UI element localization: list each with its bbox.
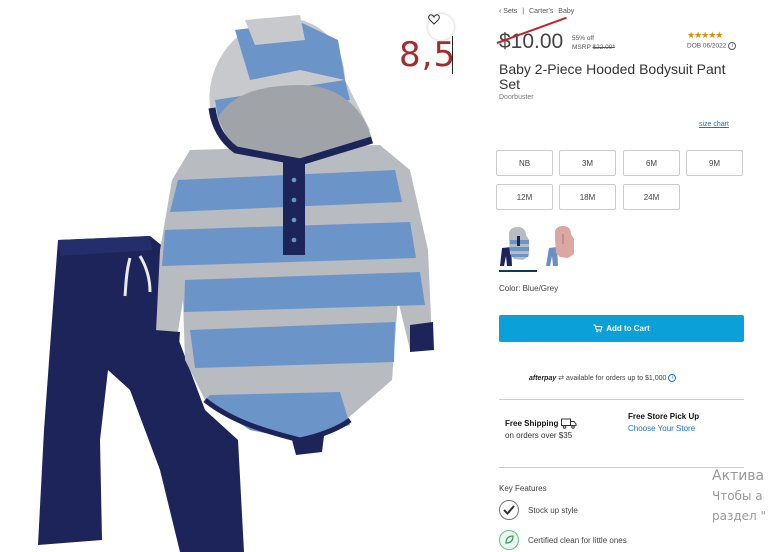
- store-pickup-info: Free Store Pick Up Choose Your Store: [628, 411, 699, 435]
- swatch-pink-blue-thumbnail: [546, 226, 574, 266]
- afterpay-logo: afterpay: [529, 375, 557, 382]
- hood-illustration: [208, 15, 374, 166]
- discount-info: 55% off MSRP $22.00*: [572, 34, 615, 52]
- swatch-pink-blue[interactable]: [543, 226, 581, 272]
- add-to-cart-button[interactable]: Add to Cart: [499, 315, 744, 342]
- store-pickup-title: Free Store Pick Up: [628, 412, 700, 421]
- current-price: $10.00: [499, 30, 564, 53]
- windows-activation-watermark: Актива Чтобы а раздел ": [712, 466, 766, 526]
- feature-item: Certified clean for little ones: [499, 530, 627, 550]
- leaf-shield-icon: [499, 530, 519, 550]
- breadcrumb-baby[interactable]: Baby: [558, 8, 574, 15]
- size-option[interactable]: 12M: [496, 184, 553, 210]
- discount-percent: 55% off: [572, 35, 594, 42]
- breadcrumb-carters[interactable]: Carter's: [529, 8, 553, 15]
- product-photo: [38, 15, 434, 552]
- watermark-line-1: Актива: [712, 468, 765, 484]
- feature-item: Stock up style: [499, 500, 578, 520]
- afterpay-arrows-icon: ⇄: [558, 375, 565, 382]
- check-circle-icon: [499, 500, 519, 520]
- free-shipping-title: Free Shipping: [505, 419, 559, 428]
- size-option[interactable]: 18M: [559, 184, 616, 210]
- msrp-value: $22.00*: [592, 44, 615, 51]
- size-option[interactable]: 3M: [559, 150, 616, 176]
- key-features-title: Key Features: [499, 484, 547, 493]
- msrp: MSRP $22.00*: [572, 43, 615, 52]
- color-swatches: [499, 226, 589, 274]
- choose-store-link[interactable]: Choose Your Store: [628, 423, 699, 435]
- overlay-annotation: 8,5: [399, 35, 457, 75]
- free-shipping-info: Free Shipping on orders over $35: [505, 418, 577, 442]
- star-rating[interactable]: ★★★★★: [687, 30, 723, 41]
- size-option[interactable]: 9M: [686, 150, 743, 176]
- swatch-blue-grey[interactable]: [499, 226, 537, 272]
- breadcrumb-sets[interactable]: ‹ Sets: [499, 8, 517, 15]
- swatch-blue-grey-thumbnail: [500, 227, 529, 266]
- msrp-label: MSRP: [572, 44, 591, 51]
- cart-icon: [593, 324, 603, 333]
- product-image: 8,5: [0, 0, 470, 552]
- divider: [499, 467, 744, 468]
- size-option[interactable]: 24M: [623, 184, 680, 210]
- size-chart-link[interactable]: size chart: [699, 121, 729, 128]
- divider: [499, 399, 744, 400]
- watermark-line-2: Чтобы а: [712, 489, 763, 503]
- truck-icon: [560, 418, 577, 430]
- add-to-cart-label: Add to Cart: [606, 324, 650, 333]
- breadcrumb: ‹ Sets | Carter's Baby: [499, 8, 577, 15]
- product-title: Baby 2-Piece Hooded Bodysuit Pant Set: [499, 61, 726, 92]
- size-option[interactable]: NB: [496, 150, 553, 176]
- afterpay-info-icon[interactable]: i: [668, 374, 677, 383]
- product-subtitle: Doorbuster: [499, 94, 534, 101]
- price-row: $10.00 55% off MSRP $22.00* ★★★★★ DOB 06…: [496, 16, 749, 58]
- dob-label: DOB 06/2022: [687, 42, 727, 50]
- heart-icon: [428, 14, 440, 25]
- color-label: Color: Blue/Grey: [499, 284, 559, 293]
- watermark-line-3: раздел ": [712, 509, 767, 523]
- info-icon[interactable]: i: [728, 42, 737, 50]
- afterpay-notice: afterpay ⇄ available for orders up to $1…: [529, 374, 677, 383]
- feature-label: Stock up style: [528, 505, 578, 515]
- breadcrumb-separator: |: [522, 8, 525, 15]
- feature-label: Certified clean for little ones: [528, 535, 627, 545]
- text-caret: [452, 36, 453, 74]
- size-option[interactable]: 6M: [623, 150, 680, 176]
- free-shipping-subtitle: on orders over $35: [505, 431, 573, 440]
- dob-info: DOB 06/2022 i: [687, 42, 737, 50]
- afterpay-text: available for orders up to $1,000: [566, 375, 667, 382]
